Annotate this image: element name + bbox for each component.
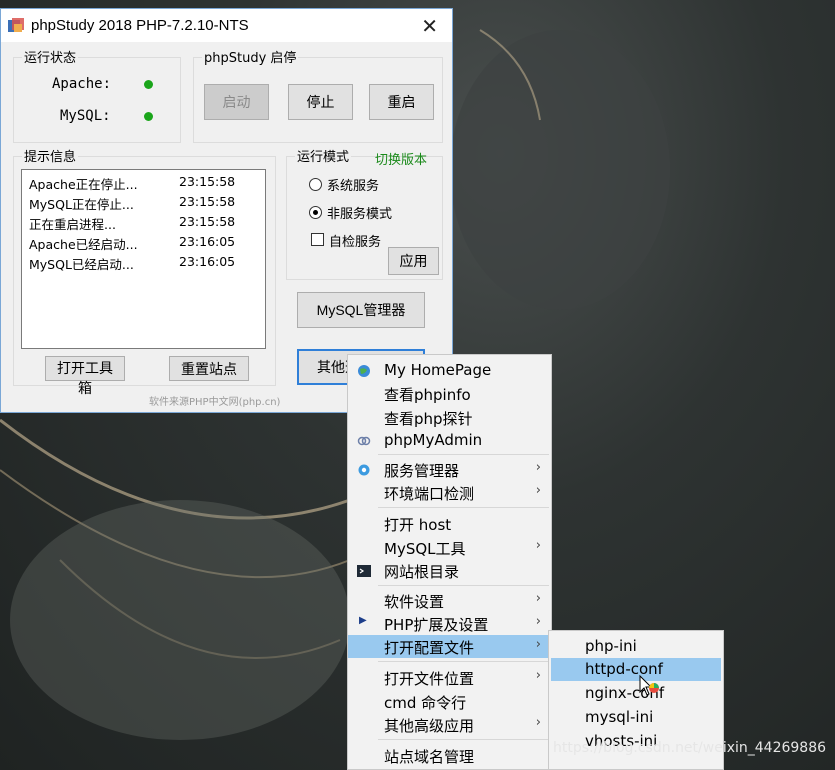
menu-item-my-homepage[interactable]: My HomePage: [348, 359, 551, 382]
menu-item-open-config[interactable]: 打开配置文件 ›: [348, 635, 551, 658]
log-row: MySQL已经启动... 23:16:05: [29, 254, 236, 272]
self-check-label: 自检服务: [329, 235, 382, 250]
menu-item-port-check[interactable]: 环境端口检测 ›: [348, 481, 551, 504]
terminal-icon: [357, 565, 371, 577]
switch-version-link[interactable]: 切换版本: [375, 149, 427, 168]
menu-item-domain-manager[interactable]: 站点域名管理: [348, 744, 551, 767]
system-service-radio[interactable]: [309, 178, 322, 191]
window-title: phpStudy 2018 PHP-7.2.10-NTS: [31, 17, 249, 34]
control-group: phpStudy 启停 启动 停止 重启: [193, 47, 443, 143]
menu-item-php-probe[interactable]: 查看php探针: [348, 406, 551, 429]
menu-item-mysql-tools[interactable]: MySQL工具 ›: [348, 536, 551, 559]
restart-button[interactable]: 重启: [369, 84, 434, 120]
log-row: MySQL正在停止... 23:15:58: [29, 194, 236, 212]
submenu-item-php-ini[interactable]: php-ini: [551, 635, 721, 658]
triangle-marker-icon: ▶: [359, 615, 367, 626]
chevron-right-icon: ›: [535, 483, 541, 498]
status-group-title: 运行状态: [22, 47, 79, 66]
chevron-right-icon: ›: [535, 614, 541, 629]
stop-button[interactable]: 停止: [288, 84, 353, 120]
chevron-right-icon: ›: [535, 538, 541, 553]
gear-icon: [358, 464, 370, 476]
footer-note: 软件来源PHP中文网(php.cn): [149, 397, 281, 408]
chevron-right-icon: ›: [535, 591, 541, 606]
menu-separator: [378, 739, 549, 740]
menu-separator: [378, 661, 549, 662]
phpstudy-window: phpStudy 2018 PHP-7.2.10-NTS ✕ 运行状态 Apac…: [0, 8, 453, 413]
menu-item-service-manager[interactable]: 服务管理器 ›: [348, 458, 551, 481]
close-icon[interactable]: ✕: [421, 14, 438, 38]
submenu-item-nginx-conf[interactable]: nginx-conf: [551, 682, 721, 705]
non-service-label: 非服务模式: [327, 207, 393, 222]
control-group-title: phpStudy 启停: [202, 47, 299, 66]
apache-status-dot: [144, 80, 153, 89]
log-list[interactable]: Apache正在停止... 23:15:58 MySQL正在停止... 23:15:…: [21, 169, 266, 349]
apache-label: Apache:: [52, 76, 112, 92]
apply-button[interactable]: 应用: [388, 247, 439, 275]
menu-separator: [378, 454, 549, 455]
phpstudy-app-icon: [8, 18, 24, 32]
reset-site-button[interactable]: 重置站点: [169, 356, 249, 381]
menu-separator: [378, 507, 549, 508]
menu-item-php-extensions[interactable]: ▶ PHP扩展及设置 ›: [348, 612, 551, 635]
info-group-title: 提示信息: [22, 146, 79, 165]
context-menu: My HomePage 查看phpinfo 查看php探针 phpMyAdmin…: [347, 354, 552, 770]
chevron-right-icon: ›: [535, 637, 541, 652]
self-check-checkbox[interactable]: [311, 233, 324, 246]
submenu-item-httpd-conf[interactable]: httpd-conf: [551, 658, 721, 681]
watermark: https://blog.csdn.net/weixin_44269886: [553, 740, 827, 756]
mysql-label: MySQL:: [60, 108, 111, 124]
log-row: Apache已经启动... 23:16:05: [29, 234, 236, 252]
chevron-right-icon: ›: [535, 715, 541, 730]
mysql-manager-button[interactable]: MySQL管理器: [297, 292, 425, 328]
system-service-label: 系统服务: [327, 179, 380, 194]
menu-separator: [378, 585, 549, 586]
log-row: Apache正在停止... 23:15:58: [29, 174, 236, 192]
title-bar[interactable]: phpStudy 2018 PHP-7.2.10-NTS ✕: [1, 9, 452, 42]
globe-icon: [358, 365, 370, 377]
menu-item-phpinfo[interactable]: 查看phpinfo: [348, 382, 551, 405]
chevron-right-icon: ›: [535, 460, 541, 475]
chevron-right-icon: ›: [535, 668, 541, 683]
non-service-radio[interactable]: [309, 206, 322, 219]
submenu-item-mysql-ini[interactable]: mysql-ini: [551, 706, 721, 729]
log-row: 正在重启进程... 23:15:58: [29, 214, 236, 232]
menu-item-phpmyadmin[interactable]: phpMyAdmin: [348, 429, 551, 452]
busy-cursor-icon: [639, 674, 659, 696]
open-toolbox-button[interactable]: 打开工具箱: [45, 356, 125, 396]
status-group: 运行状态 Apache: MySQL:: [13, 47, 181, 143]
link-icon: [357, 436, 371, 446]
mysql-status-dot: [144, 112, 153, 121]
menu-item-web-root[interactable]: 网站根目录: [348, 559, 551, 582]
menu-item-open-location[interactable]: 打开文件位置 ›: [348, 666, 551, 689]
menu-item-software-settings[interactable]: 软件设置 ›: [348, 589, 551, 612]
menu-item-advanced[interactable]: 其他高级应用 ›: [348, 713, 551, 736]
mode-group-title: 运行模式: [295, 146, 352, 165]
start-button[interactable]: 启动: [204, 84, 269, 120]
menu-item-cmd[interactable]: cmd 命令行: [348, 690, 551, 713]
menu-item-open-host[interactable]: 打开 host: [348, 512, 551, 535]
